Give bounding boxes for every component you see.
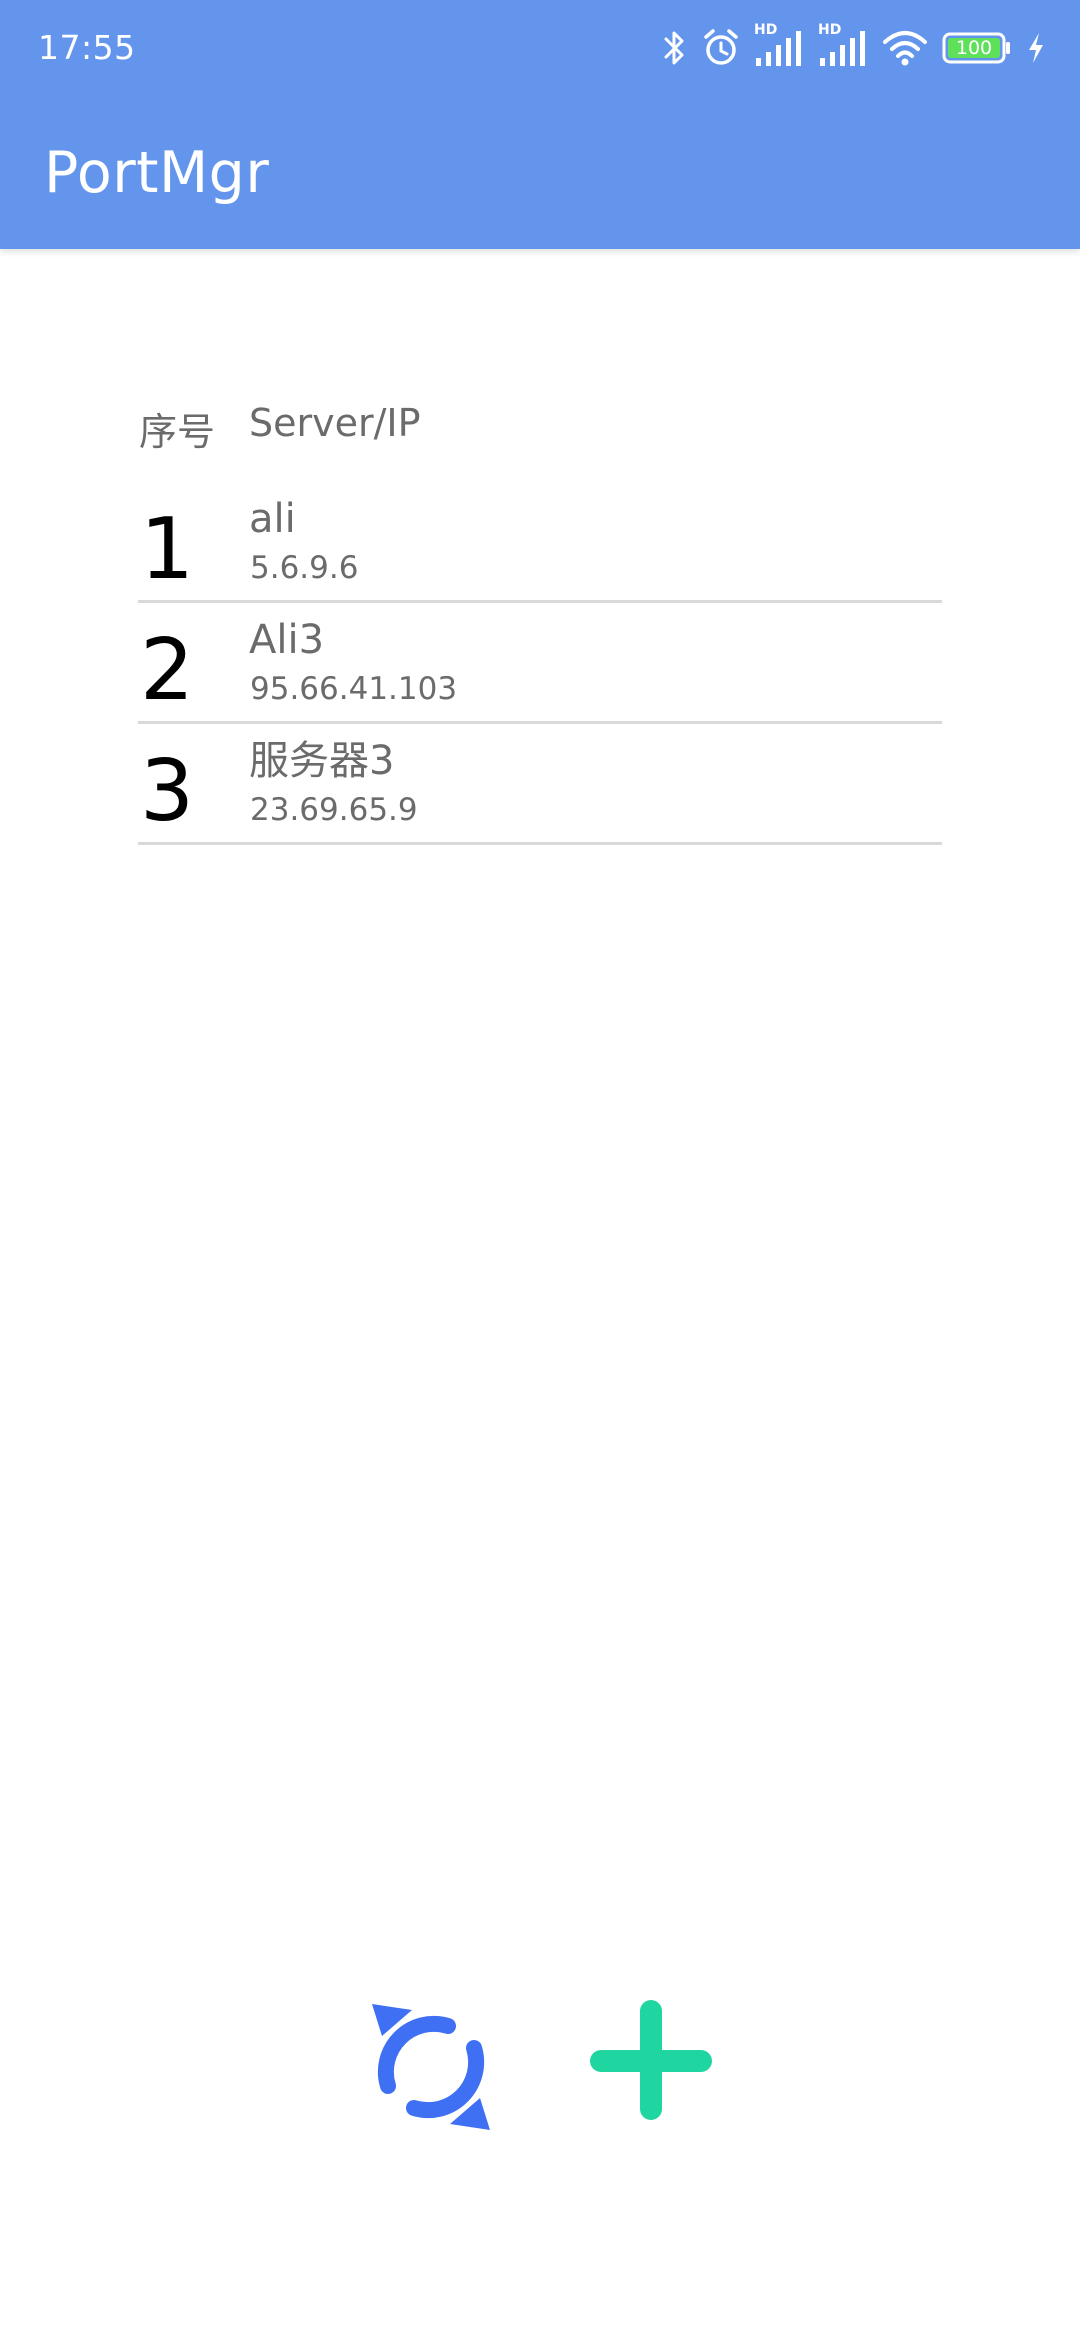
app-title: PortMgr <box>44 140 270 206</box>
row-index: 3 <box>140 742 195 841</box>
row-server-ip: 5.6.9.6 <box>250 550 359 586</box>
row-server-ip: 23.69.65.9 <box>250 792 418 828</box>
row-server-name: 服务器3 <box>249 738 395 784</box>
app-bar: 17:55 HD HD 100 PortMgr <box>0 0 1080 249</box>
server-list: 序号 Server/IP 1 ali 5.6.9.6 2 Ali3 95.66.… <box>138 396 942 845</box>
battery-icon: 100 <box>942 32 1012 64</box>
row-index: 2 <box>140 621 195 720</box>
add-server-button[interactable] <box>585 1994 715 2124</box>
battery-level: 100 <box>955 37 993 59</box>
signal-hd-label: HD <box>818 22 842 38</box>
row-server-name: ali <box>249 496 296 542</box>
plus-icon <box>590 2000 712 2120</box>
list-header: 序号 Server/IP <box>138 396 942 456</box>
header-server-label: Server/IP <box>249 401 421 445</box>
refresh-icon <box>372 2004 490 2130</box>
header-index-label: 序号 <box>139 410 216 454</box>
status-bar: 17:55 HD HD 100 <box>0 0 1080 96</box>
wifi-icon <box>882 28 928 68</box>
charging-icon <box>1026 31 1046 65</box>
row-index: 1 <box>140 500 195 599</box>
bluetooth-icon <box>662 28 688 68</box>
signal-hd-label: HD <box>754 22 778 38</box>
row-server-name: Ali3 <box>249 617 325 663</box>
server-row-1[interactable]: 1 ali 5.6.9.6 <box>138 482 942 603</box>
status-time: 17:55 <box>38 28 136 67</box>
server-row-2[interactable]: 2 Ali3 95.66.41.103 <box>138 603 942 724</box>
server-row-3[interactable]: 3 服务器3 23.69.65.9 <box>138 724 942 845</box>
alarm-icon <box>702 28 740 68</box>
signal-icon: HD <box>754 22 804 68</box>
status-icons: HD HD 100 <box>662 22 1046 74</box>
signal-icon: HD <box>818 22 868 68</box>
row-server-ip: 95.66.41.103 <box>250 671 458 707</box>
refresh-button[interactable] <box>360 1996 502 2138</box>
